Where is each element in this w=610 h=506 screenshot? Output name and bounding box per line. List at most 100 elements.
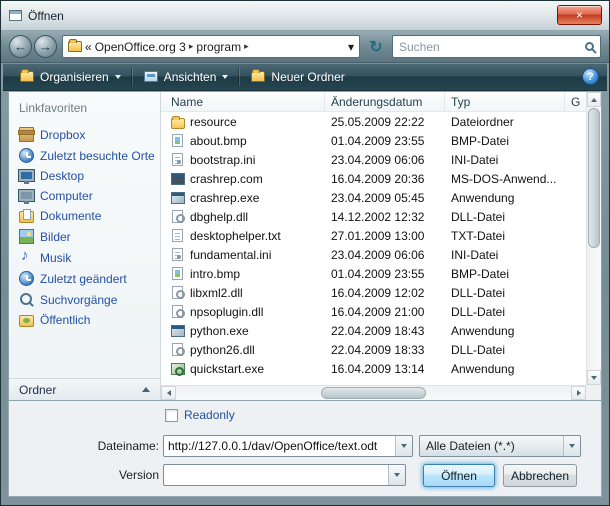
breadcrumb[interactable]: « OpenOffice.org 3 ▸ program ▸ ▾	[62, 35, 360, 58]
desktop-icon	[19, 170, 34, 181]
breadcrumb-item-program[interactable]: program	[196, 40, 241, 54]
file-row[interactable]: crashrep.com 16.04.2009 20:36 MS-DOS-Anw…	[161, 169, 586, 188]
filename-input[interactable]	[164, 439, 395, 453]
column-header-type[interactable]: Typ	[445, 92, 565, 111]
sidebar-item-music[interactable]: Musik	[9, 247, 160, 268]
scroll-down-button[interactable]	[587, 370, 601, 385]
file-row[interactable]: bootstrap.ini 23.04.2009 06:06 INI-Datei	[161, 150, 586, 169]
file-row[interactable]: quickstart.exe 16.04.2009 13:14 Anwendun…	[161, 359, 586, 378]
version-label: Version	[9, 464, 159, 486]
sidebar-item-dropbox[interactable]: Dropbox	[9, 124, 160, 145]
sidebar-item-desktop[interactable]: Desktop	[9, 166, 160, 186]
sidebar-item-pictures[interactable]: Bilder	[9, 226, 160, 247]
breadcrumb-overflow[interactable]: «	[85, 40, 92, 54]
version-combobox[interactable]	[163, 464, 406, 486]
chevron-down-icon	[569, 444, 575, 448]
file-row[interactable]: resource 25.05.2009 22:22 Dateiordner	[161, 112, 586, 131]
column-header-date[interactable]: Änderungsdatum	[325, 92, 445, 111]
readonly-checkbox[interactable]	[165, 409, 178, 422]
folders-expander[interactable]: Ordner	[9, 378, 160, 400]
search-input[interactable]	[399, 40, 581, 54]
organize-button[interactable]: Organisieren	[11, 66, 130, 88]
sidebar-item-recent-changed[interactable]: Zuletzt geändert	[9, 268, 160, 289]
file-row[interactable]: dbghelp.dll 14.12.2002 12:32 DLL-Datei	[161, 207, 586, 226]
breadcrumb-separator-icon[interactable]: ▸	[244, 41, 249, 52]
computer-icon	[19, 190, 34, 201]
folders-label: Ordner	[19, 383, 56, 397]
breadcrumb-separator-icon[interactable]: ▸	[189, 41, 194, 52]
scroll-right-button[interactable]	[571, 386, 586, 400]
sidebar-item-searches[interactable]: Suchvorgänge	[9, 289, 160, 310]
command-toolbar: Organisieren Ansichten Neuer Ordner ?	[3, 63, 607, 91]
column-header-name[interactable]: Name	[161, 92, 325, 111]
open-button[interactable]: Öffnen	[423, 464, 495, 487]
help-button[interactable]: ?	[582, 68, 599, 85]
forward-arrow-icon: →	[39, 39, 52, 54]
organize-icon	[20, 71, 34, 82]
sidebar-item-recent[interactable]: Zuletzt besuchte Orte	[9, 145, 160, 166]
toolbar-divider	[132, 68, 133, 86]
version-dropdown-button[interactable]	[388, 465, 405, 485]
window-title: Öffnen	[28, 9, 64, 23]
favorites-title: Linkfavoriten	[9, 98, 160, 124]
refresh-button[interactable]: ↻	[365, 35, 387, 58]
sidebar-item-public[interactable]: Öffentlich	[9, 310, 160, 330]
file-row[interactable]: about.bmp 01.04.2009 23:55 BMP-Datei	[161, 131, 586, 150]
file-row[interactable]: python26.dll 22.04.2009 18:33 DLL-Datei	[161, 340, 586, 359]
filename-row: Dateiname: Alle Dateien (*.*)	[9, 435, 601, 457]
file-list: Name Änderungsdatum Typ G resource 25.05…	[161, 92, 601, 400]
close-button[interactable]: ×	[557, 5, 602, 25]
refresh-icon: ↻	[369, 37, 382, 57]
exe-file-icon	[171, 192, 185, 204]
dialog-icon	[9, 10, 22, 21]
column-header-size[interactable]: G	[565, 92, 586, 111]
bmp-file-icon	[172, 267, 183, 280]
titlebar[interactable]: Öffnen ×	[1, 1, 609, 31]
horizontal-scroll-thumb[interactable]	[321, 387, 426, 399]
recent-icon	[19, 148, 34, 163]
file-row[interactable]: desktophelper.txt 27.01.2009 13:00 TXT-D…	[161, 226, 586, 245]
search-box[interactable]	[392, 35, 601, 58]
scroll-left-button[interactable]	[161, 386, 176, 400]
breadcrumb-dropdown-icon[interactable]: ▾	[348, 40, 354, 54]
search-icon[interactable]	[585, 42, 594, 51]
cancel-button[interactable]: Abbrechen	[503, 464, 577, 487]
back-button[interactable]: ←	[9, 35, 32, 58]
dropbox-icon	[19, 127, 34, 142]
com-file-icon	[171, 173, 185, 185]
views-icon	[144, 71, 158, 82]
file-row[interactable]: fundamental.ini 23.04.2009 06:06 INI-Dat…	[161, 245, 586, 264]
forward-button[interactable]: →	[34, 35, 57, 58]
dll-file-icon	[172, 343, 183, 356]
file-row[interactable]: crashrep.exe 23.04.2009 05:45 Anwendung	[161, 188, 586, 207]
horizontal-scrollbar[interactable]	[161, 385, 586, 400]
toolbar-divider	[239, 68, 240, 86]
file-row[interactable]: python.exe 22.04.2009 18:43 Anwendung	[161, 321, 586, 340]
new-folder-icon	[251, 71, 265, 82]
file-row[interactable]: libxml2.dll 16.04.2009 12:02 DLL-Datei	[161, 283, 586, 302]
sidebar-item-documents[interactable]: Dokumente	[9, 206, 160, 226]
searches-icon	[19, 292, 34, 307]
filename-combobox[interactable]	[163, 435, 413, 457]
file-row[interactable]: npsoplugin.dll 16.04.2009 21:00 DLL-Date…	[161, 302, 586, 321]
filetype-combobox[interactable]: Alle Dateien (*.*)	[419, 435, 581, 457]
public-icon	[19, 315, 34, 327]
scroll-up-button[interactable]	[587, 92, 601, 107]
filename-dropdown-button[interactable]	[395, 436, 412, 456]
views-label: Ansichten	[164, 70, 217, 84]
vertical-scrollbar[interactable]	[586, 92, 601, 385]
recent-changed-icon	[19, 271, 34, 286]
vertical-scroll-thumb[interactable]	[588, 108, 600, 248]
chevron-down-icon	[394, 473, 400, 477]
new-folder-button[interactable]: Neuer Ordner	[242, 66, 353, 88]
breadcrumb-item-openoffice[interactable]: OpenOffice.org 3	[95, 40, 186, 54]
sidebar-item-computer[interactable]: Computer	[9, 186, 160, 206]
main-area: Linkfavoriten Dropbox Zuletzt besuchte O…	[8, 91, 602, 401]
filetype-value: Alle Dateien (*.*)	[426, 439, 563, 453]
arrow-right-icon	[577, 390, 581, 396]
readonly-row: Readonly	[165, 408, 235, 422]
filetype-dropdown-button[interactable]	[563, 436, 580, 456]
close-icon: ×	[576, 9, 583, 21]
views-button[interactable]: Ansichten	[135, 66, 238, 88]
file-row[interactable]: intro.bmp 01.04.2009 23:55 BMP-Datei	[161, 264, 586, 283]
